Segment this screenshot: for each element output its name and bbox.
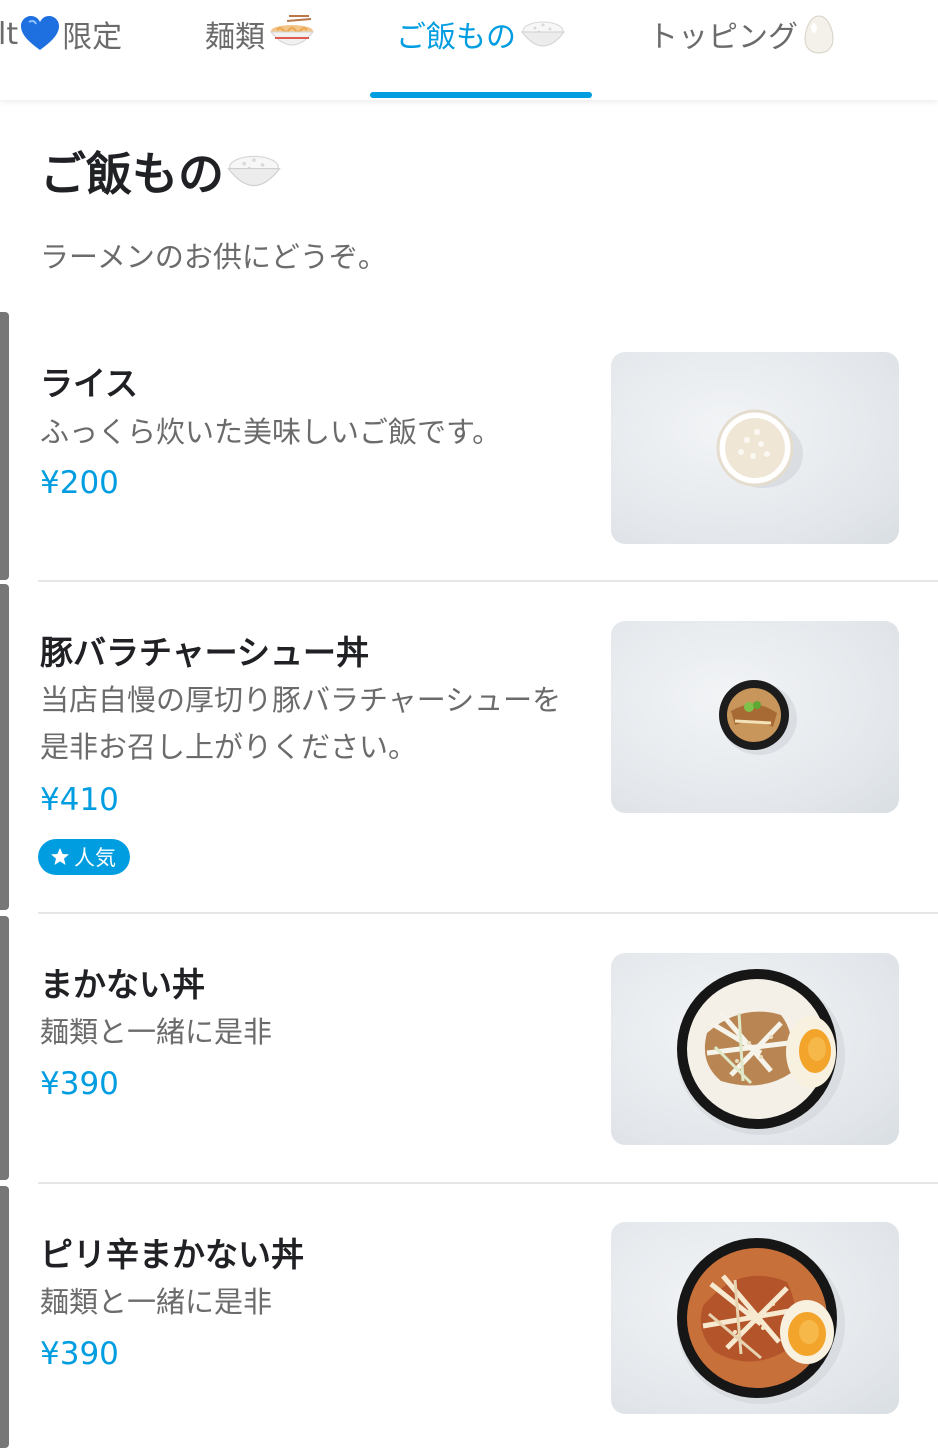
rice-photo bbox=[611, 352, 899, 544]
menu-item-spicy-makanai-don[interactable]: ピリ辛まかない丼 麺類と一緒に是非 ¥390 bbox=[0, 1186, 938, 1448]
tab-limited[interactable]: lt 限定 bbox=[0, 12, 122, 56]
item-name: 豚バラチャーシュー丼 bbox=[40, 633, 370, 672]
section-title-text: ご飯もの bbox=[40, 147, 224, 201]
tab-rice[interactable]: ご飯もの bbox=[396, 12, 566, 56]
tab-noodles[interactable]: 麺類 bbox=[205, 12, 315, 56]
rice-bowl-icon bbox=[227, 155, 281, 187]
item-divider bbox=[38, 1182, 938, 1184]
section-title: ご飯もの bbox=[40, 138, 282, 204]
item-price: ¥410 bbox=[40, 782, 119, 818]
star-icon bbox=[51, 848, 69, 865]
menu-item-chashu-don[interactable]: 豚バラチャーシュー丼 当店自慢の厚切り豚バラチャーシューを是非お召し上がりくださ… bbox=[0, 584, 938, 912]
tab-limited-label: 限定 bbox=[62, 20, 123, 55]
item-price: ¥390 bbox=[40, 1066, 119, 1102]
item-left-rail bbox=[0, 916, 9, 1180]
blue-heart-icon bbox=[21, 16, 60, 50]
category-tab-bar: lt 限定 麺類 ご飯もの トッピング bbox=[0, 0, 938, 100]
item-left-rail bbox=[0, 312, 9, 580]
chashu-don-photo bbox=[611, 621, 899, 813]
tab-rice-label: ご飯もの bbox=[396, 20, 516, 55]
tab-noodles-label: 麺類 bbox=[205, 20, 265, 55]
ramen-bowl-icon bbox=[269, 15, 315, 46]
tab-toppings[interactable]: トッピング bbox=[648, 12, 834, 56]
item-description: 麺類と一緒に是非 bbox=[40, 1285, 273, 1319]
item-left-rail bbox=[0, 584, 9, 910]
menu-item-makanai-don[interactable]: まかない丼 麺類と一緒に是非 ¥390 bbox=[0, 916, 938, 1182]
item-divider bbox=[38, 580, 938, 582]
section-description: ラーメンのお供にどうぞ。 bbox=[40, 240, 387, 274]
rice-bowl-icon bbox=[520, 21, 566, 47]
item-name: まかない丼 bbox=[40, 965, 205, 1004]
tab-toppings-label: トッピング bbox=[648, 20, 798, 55]
item-name: ライス bbox=[40, 364, 139, 403]
egg-icon bbox=[804, 15, 834, 54]
item-price: ¥390 bbox=[40, 1336, 119, 1372]
spicy-makanai-don-photo bbox=[611, 1222, 899, 1414]
active-tab-indicator bbox=[370, 92, 592, 98]
popular-badge: 人気 bbox=[38, 839, 130, 875]
item-left-rail bbox=[0, 1186, 9, 1448]
item-price: ¥200 bbox=[40, 465, 119, 501]
item-description: 当店自慢の厚切り豚バラチャーシューを是非お召し上がりください。 bbox=[40, 683, 562, 764]
item-divider bbox=[38, 912, 938, 914]
item-description: 麺類と一緒に是非 bbox=[40, 1015, 273, 1049]
menu-item-rice[interactable]: ライス ふっくら炊いた美味しいご飯です。 ¥200 bbox=[0, 312, 938, 582]
item-name: ピリ辛まかない丼 bbox=[40, 1235, 304, 1274]
popular-badge-label: 人気 bbox=[74, 846, 116, 870]
makanai-don-photo bbox=[611, 953, 899, 1145]
tab-limited-label-prefix: lt bbox=[0, 16, 19, 52]
item-description: ふっくら炊いた美味しいご飯です。 bbox=[40, 415, 502, 449]
